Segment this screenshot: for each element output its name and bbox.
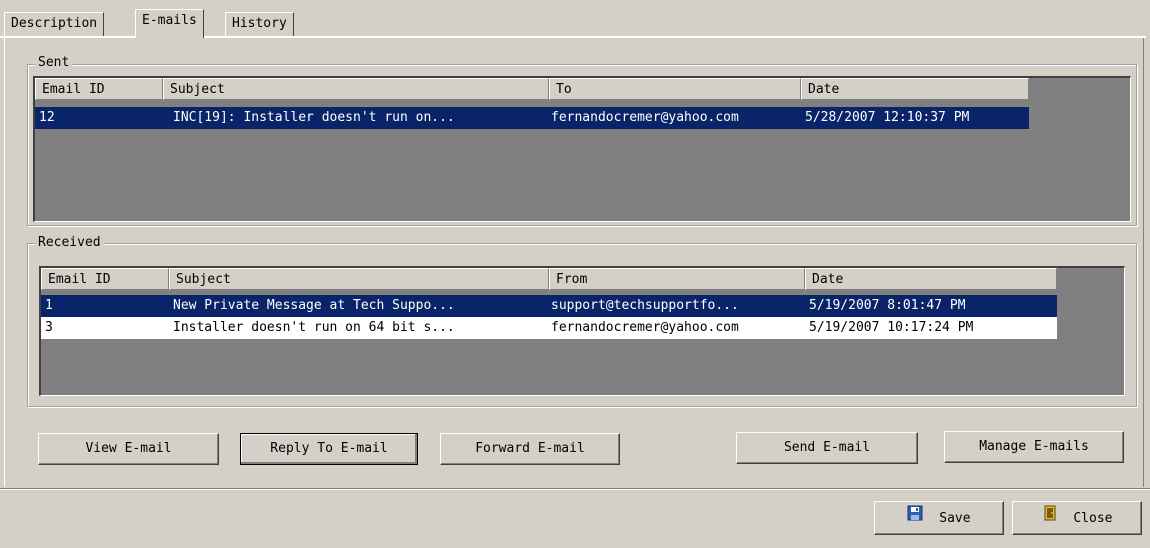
sent-grid-header: Email ID Subject To Date [35, 78, 1035, 100]
received-col-from[interactable]: From [549, 268, 805, 290]
received-grid-header: Email ID Subject From Date [41, 268, 1061, 290]
received-cell-from: support@techsupportfo... [551, 298, 739, 313]
floppy-disk-icon [907, 502, 923, 534]
received-group-legend: Received [35, 236, 104, 250]
footer-divider [0, 488, 1150, 490]
save-label: Save [939, 510, 971, 526]
received-col-email-id[interactable]: Email ID [41, 268, 169, 290]
sent-col-to[interactable]: To [549, 78, 801, 100]
sent-email-grid[interactable]: Email ID Subject To Date 12 INC[19]: Ins… [33, 76, 1131, 222]
received-table-row[interactable]: 3 Installer doesn't run on 64 bit s... f… [41, 317, 1057, 339]
close-button[interactable]: Close [1012, 501, 1142, 535]
sent-table-row[interactable]: 12 INC[19]: Installer doesn't run on... … [35, 107, 1029, 129]
received-email-grid[interactable]: Email ID Subject From Date 1 New Private… [39, 266, 1125, 396]
received-table-row[interactable]: 1 New Private Message at Tech Suppo... s… [41, 295, 1057, 317]
reply-to-email-button[interactable]: Reply To E-mail [240, 433, 418, 465]
received-cell-subject: New Private Message at Tech Suppo... [173, 298, 455, 313]
sent-col-email-id[interactable]: Email ID [35, 78, 163, 100]
tab-description[interactable]: Description [4, 12, 105, 37]
tab-e-mails[interactable]: E-mails [135, 9, 204, 38]
tab-history[interactable]: History [225, 12, 294, 37]
received-cell-subject: Installer doesn't run on 64 bit s... [173, 320, 455, 335]
sent-cell-to: fernandocremer@yahoo.com [551, 110, 739, 125]
sent-cell-date: 5/28/2007 12:10:37 PM [805, 110, 970, 125]
close-label: Close [1073, 510, 1113, 526]
received-cell-email-id: 3 [45, 320, 53, 335]
view-email-button[interactable]: View E-mail [38, 433, 219, 465]
manage-emails-button[interactable]: Manage E-mails [944, 431, 1124, 463]
sent-col-date[interactable]: Date [801, 78, 1029, 100]
received-col-subject[interactable]: Subject [169, 268, 549, 290]
forward-email-button[interactable]: Forward E-mail [440, 433, 620, 465]
sent-group-legend: Sent [35, 56, 73, 70]
sent-cell-subject: INC[19]: Installer doesn't run on... [173, 110, 455, 125]
save-button[interactable]: Save [874, 501, 1004, 535]
received-col-date[interactable]: Date [805, 268, 1057, 290]
received-cell-date: 5/19/2007 10:17:24 PM [809, 320, 974, 335]
send-email-button[interactable]: Send E-mail [736, 432, 918, 464]
sent-cell-email-id: 12 [39, 110, 55, 125]
received-cell-from: fernandocremer@yahoo.com [551, 320, 739, 335]
exit-door-icon [1042, 502, 1058, 534]
received-cell-email-id: 1 [45, 298, 53, 313]
received-cell-date: 5/19/2007 8:01:47 PM [809, 298, 966, 313]
sent-col-subject[interactable]: Subject [163, 78, 549, 100]
